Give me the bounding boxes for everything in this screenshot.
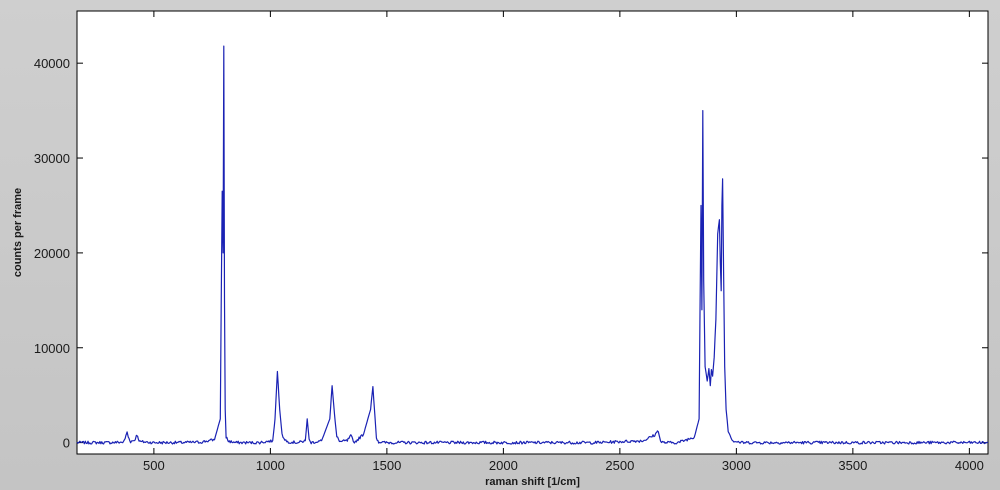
y-tick-label: 20000 [34,246,70,261]
y-tick-label: 40000 [34,56,70,71]
plot-area [76,10,989,455]
x-tick-label: 1500 [372,458,401,473]
x-tick-label: 4000 [955,458,984,473]
x-tick-label: 2500 [605,458,634,473]
x-tick-label: 2000 [489,458,518,473]
x-tick-label: 3000 [722,458,751,473]
x-tick-label: 3500 [838,458,867,473]
chart-window: 500 1000 1500 2000 2500 3000 3500 4000 0 10000 200… [0,0,1000,490]
y-tick-label: 30000 [34,151,70,166]
y-axis-label: counts per frame [12,188,24,277]
x-axis-label: raman shift [1/cm] [485,476,580,488]
x-tick-label: 500 [143,458,165,473]
x-tick-label: 1000 [256,458,285,473]
raman-spectrum-chart: 500 1000 1500 2000 2500 3000 3500 4000010000200… [12,10,989,488]
y-tick-label: 0 [63,436,70,451]
y-tick-label: 10000 [34,341,70,356]
